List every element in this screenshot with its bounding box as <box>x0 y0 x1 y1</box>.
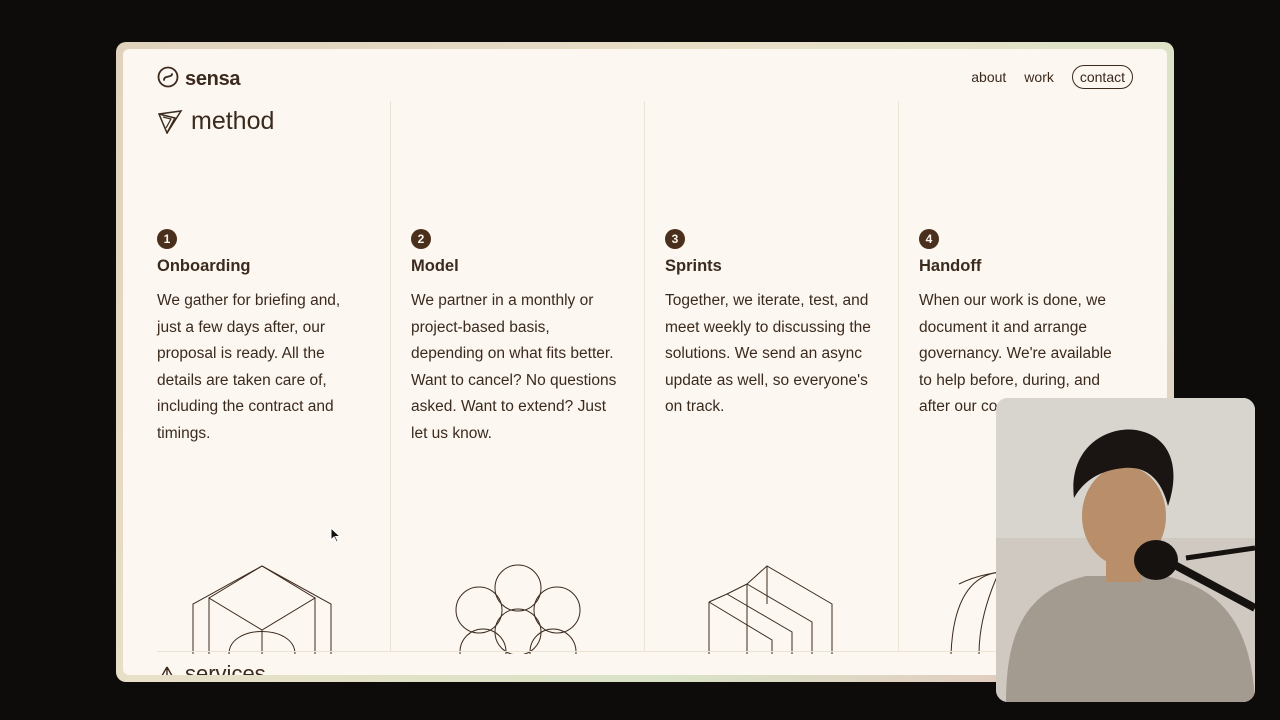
step-sprints: 3 Sprints Together, we iterate, test, an… <box>665 229 875 421</box>
main-nav: about work contact <box>971 65 1133 89</box>
step-number-badge: 3 <box>665 229 685 249</box>
column-divider <box>644 101 645 651</box>
site-header: sensa about work contact <box>123 49 1167 101</box>
brand-name: sensa <box>185 68 241 90</box>
step-handoff: 4 Handoff When our work is done, we docu… <box>919 229 1129 421</box>
next-section-title: services <box>157 661 266 675</box>
column-divider <box>898 101 899 651</box>
step-title: Onboarding <box>157 257 251 275</box>
step-title: Sprints <box>665 257 722 275</box>
sensa-logo-icon <box>157 66 179 93</box>
sprints-illustration <box>707 564 837 659</box>
step-description: We partner in a monthly or project-based… <box>411 292 617 442</box>
nav-work-link[interactable]: work <box>1024 69 1054 85</box>
services-arrow-icon <box>157 665 177 675</box>
step-onboarding: 1 Onboarding We gather for briefing and,… <box>157 229 367 447</box>
onboarding-illustration <box>189 564 335 659</box>
step-description: Together, we iterate, test, and meet wee… <box>665 292 871 415</box>
step-title: Handoff <box>919 257 982 275</box>
step-number-badge: 2 <box>411 229 431 249</box>
brand-logo[interactable]: sensa <box>157 66 241 93</box>
step-number-badge: 1 <box>157 229 177 249</box>
nav-about-link[interactable]: about <box>971 69 1006 85</box>
step-title: Model <box>411 257 459 275</box>
column-divider <box>390 101 391 651</box>
webcam-overlay <box>996 398 1255 702</box>
step-model: 2 Model We partner in a monthly or proje… <box>411 229 621 447</box>
nav-contact-button[interactable]: contact <box>1071 65 1133 89</box>
section-title-text: method <box>191 107 275 135</box>
step-description: We gather for briefing and, just a few d… <box>157 292 341 442</box>
method-prism-icon <box>157 109 183 134</box>
section-title: method <box>157 107 274 136</box>
model-illustration <box>453 564 583 675</box>
mouse-cursor-icon <box>330 526 342 548</box>
step-number-badge: 4 <box>919 229 939 249</box>
next-section-label: services <box>185 661 266 675</box>
